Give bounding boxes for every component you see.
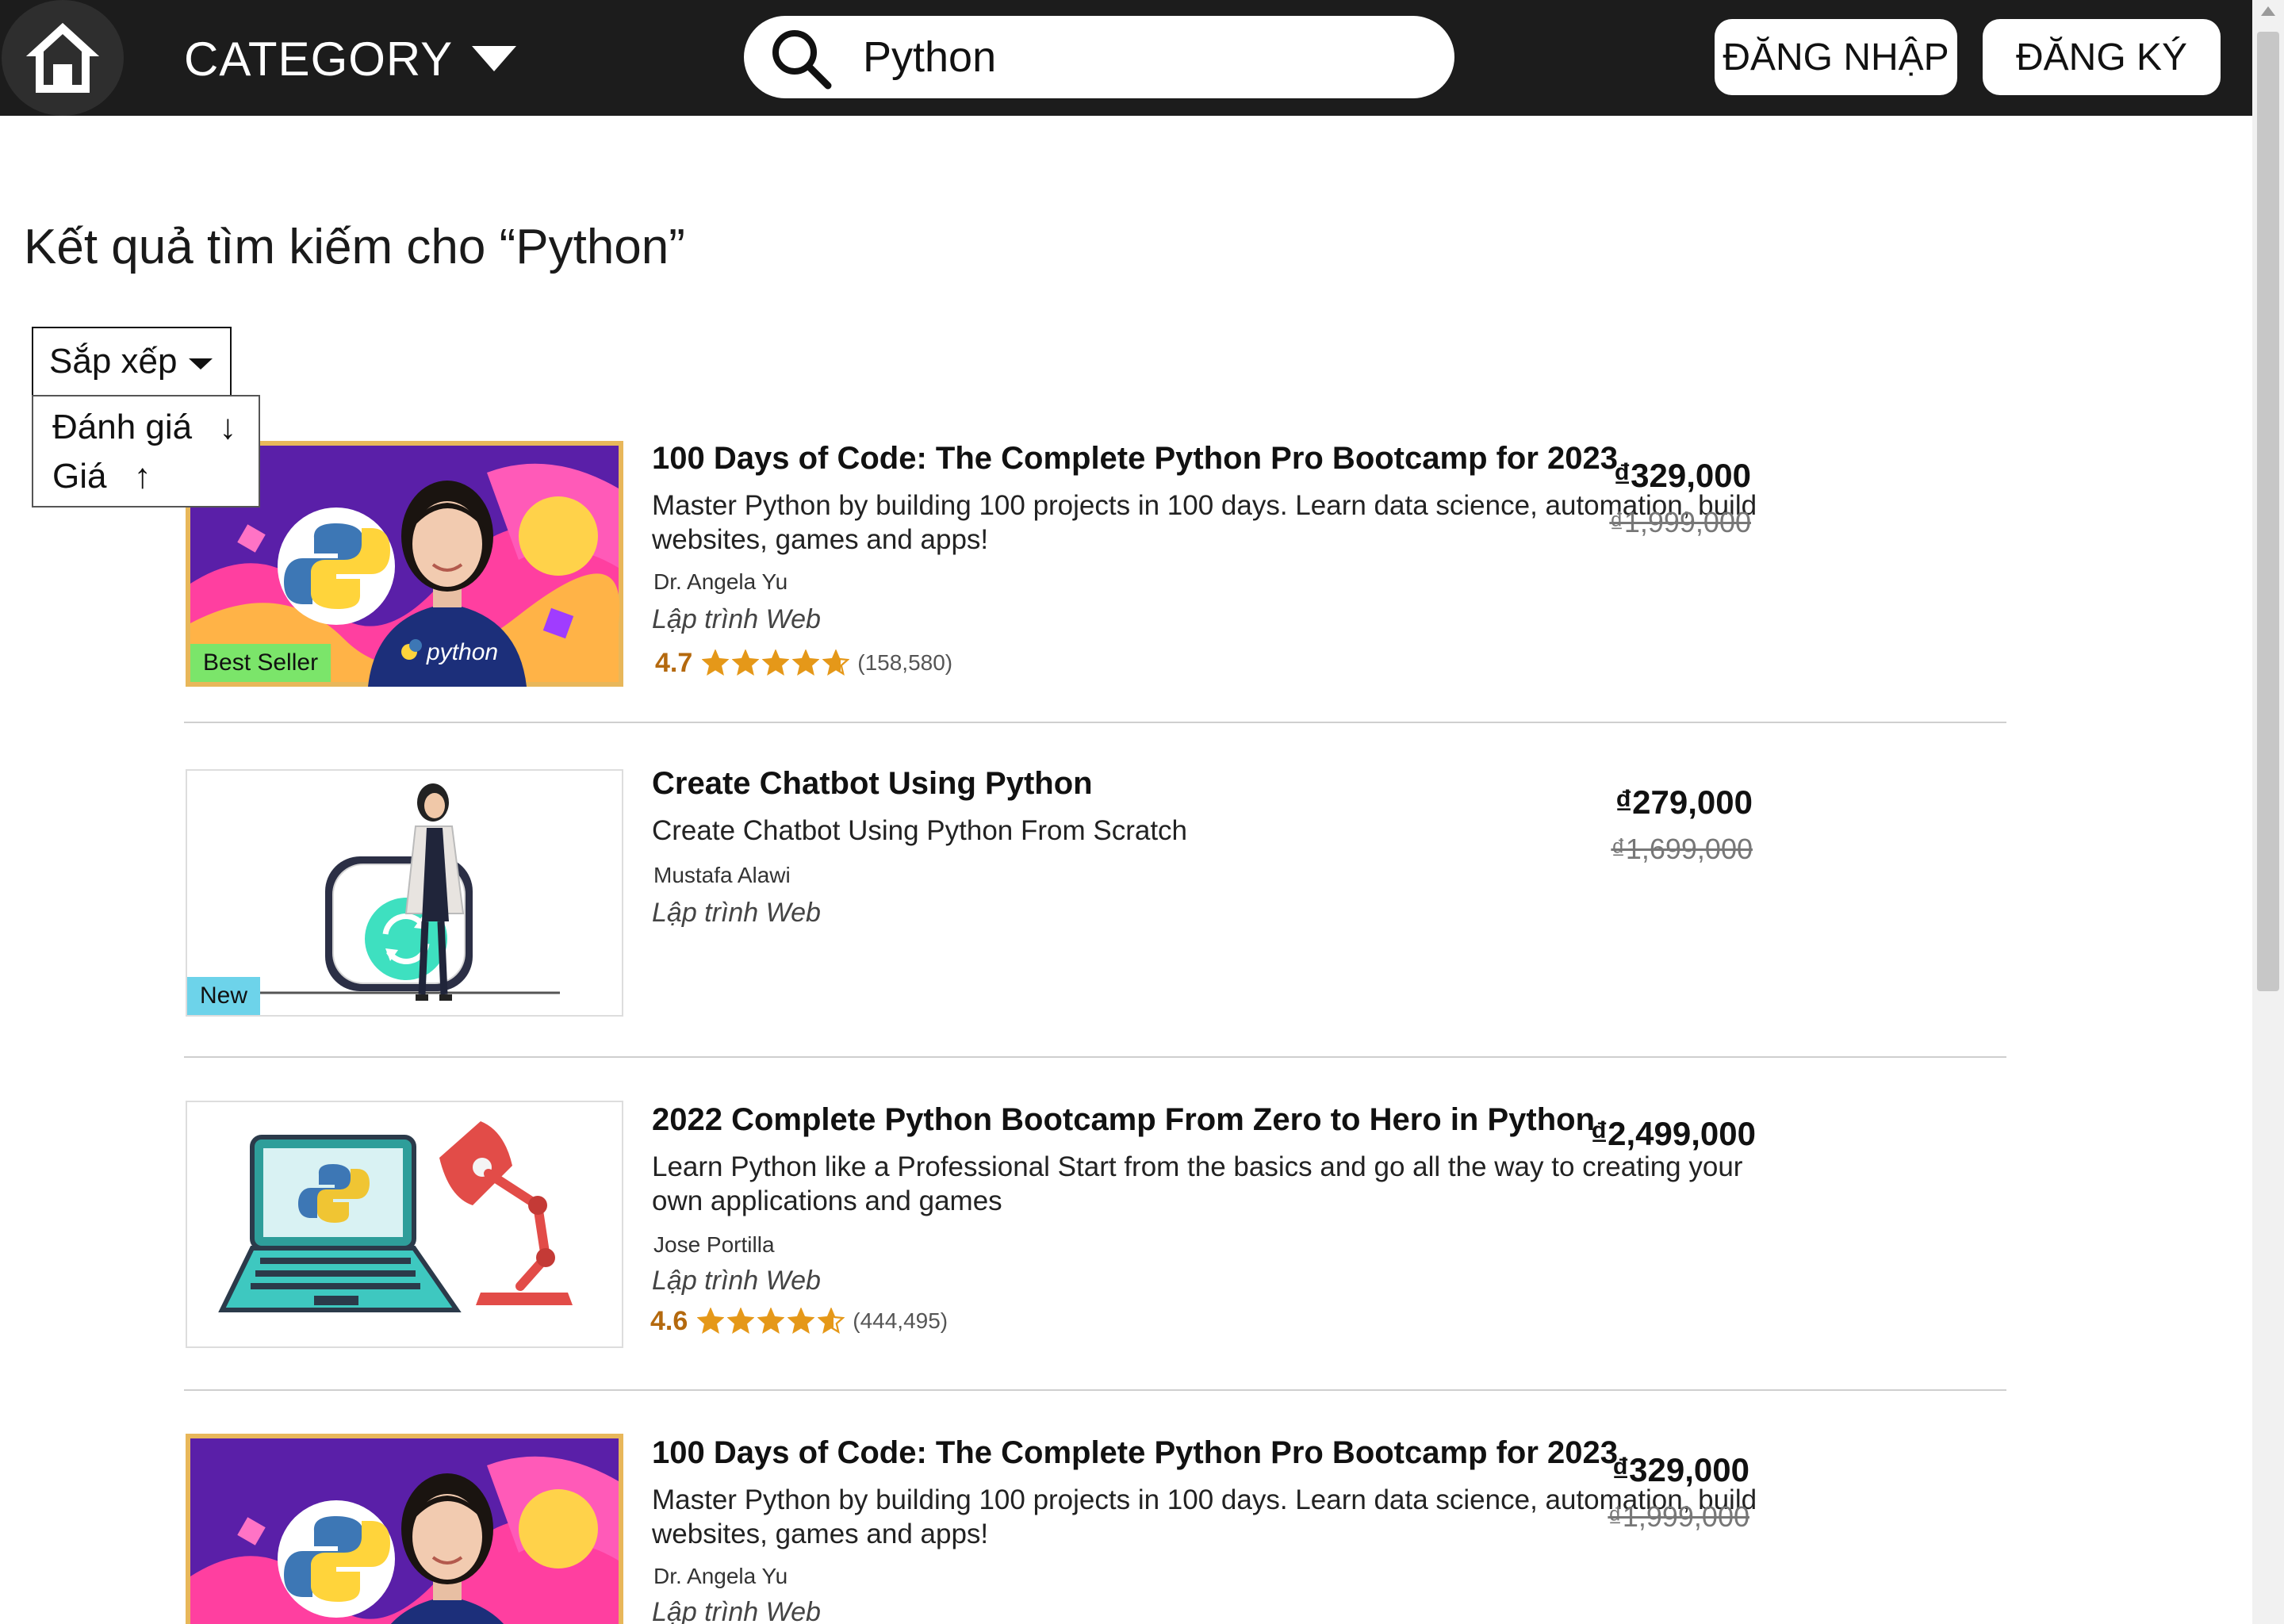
- rating-stars: [702, 649, 850, 676]
- course-description: Create Chatbot Using Python From Scratch: [652, 815, 1188, 846]
- star-icon: [762, 649, 790, 676]
- course-original-price: ₫1,999,000: [1609, 506, 1751, 538]
- star-icon: [697, 1308, 725, 1334]
- category-dropdown[interactable]: CATEGORY: [184, 30, 517, 87]
- course-description: Learn Python like a Professional Start f…: [652, 1151, 1743, 1216]
- course-title[interactable]: 100 Days of Code: The Complete Python Pr…: [652, 1435, 1618, 1471]
- search-bar: [744, 16, 1454, 98]
- course-description: Master Python by building 100 projects i…: [652, 1484, 1757, 1549]
- star-icon: [727, 1308, 755, 1334]
- sort-option-rating[interactable]: Đánh giá ↓: [52, 408, 236, 447]
- course-image: [190, 1438, 619, 1624]
- rating-stars: [697, 1308, 845, 1335]
- course-category: Lập trình Web: [652, 898, 821, 928]
- caret-down-icon: [472, 46, 517, 71]
- course-original-price: ₫1,699,000: [1611, 833, 1753, 865]
- home-button[interactable]: [2, 0, 124, 116]
- new-badge: New: [187, 977, 261, 1015]
- register-button[interactable]: ĐĂNG KÝ: [1983, 19, 2221, 95]
- top-navbar: CATEGORY ĐĂNG NHẬP ĐĂNG KÝ: [0, 0, 2252, 116]
- course-author: Dr. Angela Yu: [653, 569, 788, 594]
- course-description: Master Python by building 100 projects i…: [652, 490, 1757, 555]
- star-icon: [818, 1308, 845, 1334]
- divider: [184, 722, 2006, 723]
- arrow-up-icon: ↑: [133, 457, 151, 496]
- caret-down-icon: [189, 358, 213, 370]
- course-image: [218, 1121, 573, 1312]
- course-price: ₫329,000: [1613, 457, 1751, 494]
- review-count: (444,495): [853, 1308, 948, 1333]
- review-count: (158,580): [857, 650, 953, 675]
- course-author: Jose Portilla: [653, 1232, 775, 1257]
- category-label: CATEGORY: [184, 32, 454, 86]
- course-author: Dr. Angela Yu: [653, 1564, 788, 1588]
- star-icon: [792, 649, 820, 676]
- scrollbar-thumb[interactable]: [2257, 32, 2279, 991]
- search-input[interactable]: [863, 27, 1418, 87]
- course-category: Lập trình Web: [652, 1597, 821, 1624]
- course-price: ₫279,000: [1615, 783, 1753, 821]
- star-icon: [788, 1308, 815, 1334]
- course-title[interactable]: Create Chatbot Using Python: [652, 766, 1093, 802]
- course-original-price: ₫1,999,000: [1608, 1500, 1749, 1533]
- course-title[interactable]: 100 Days of Code: The Complete Python Pr…: [652, 441, 1618, 477]
- rating-value: 4.6: [650, 1305, 688, 1336]
- sort-dropdown[interactable]: Sắp xếp: [32, 327, 232, 396]
- shirt-logo-text: python: [427, 639, 499, 665]
- scroll-up-arrow-icon[interactable]: [2261, 6, 2275, 16]
- star-icon: [702, 649, 730, 676]
- sort-label: Sắp xếp: [49, 342, 178, 381]
- rating-value: 4.7: [655, 647, 693, 678]
- course-author: Mustafa Alawi: [653, 863, 791, 887]
- sort-option-label: Giá: [52, 457, 107, 496]
- divider: [184, 1389, 2006, 1391]
- course-thumbnail[interactable]: [186, 1434, 623, 1624]
- course-price: ₫2,499,000: [1590, 1115, 1756, 1152]
- login-button[interactable]: ĐĂNG NHẬP: [1715, 19, 1957, 95]
- sort-option-price[interactable]: Giá ↑: [52, 457, 151, 496]
- sort-option-label: Đánh giá: [52, 408, 193, 446]
- star-icon: [757, 1308, 785, 1334]
- course-rating: 4.7 (158,580): [655, 647, 952, 679]
- home-icon: [26, 23, 99, 93]
- course-title[interactable]: 2022 Complete Python Bootcamp From Zero …: [652, 1102, 1595, 1138]
- course-category: Lập trình Web: [652, 604, 821, 634]
- page-title: Kết quả tìm kiếm cho “Python”: [24, 220, 685, 274]
- sort-menu: Đánh giá ↓ Giá ↑: [32, 395, 260, 508]
- course-thumbnail[interactable]: New: [186, 769, 623, 1017]
- search-icon[interactable]: [769, 27, 833, 90]
- scrollbar[interactable]: [2252, 0, 2284, 1624]
- course-thumbnail[interactable]: [186, 1101, 623, 1348]
- star-icon: [822, 649, 850, 676]
- course-rating: 4.6 (444,495): [650, 1305, 948, 1337]
- best-seller-badge: Best Seller: [190, 644, 331, 682]
- course-price: ₫329,000: [1611, 1451, 1749, 1488]
- star-icon: [732, 649, 760, 676]
- course-category: Lập trình Web: [652, 1266, 821, 1296]
- divider: [184, 1056, 2006, 1058]
- arrow-down-icon: ↓: [219, 408, 237, 446]
